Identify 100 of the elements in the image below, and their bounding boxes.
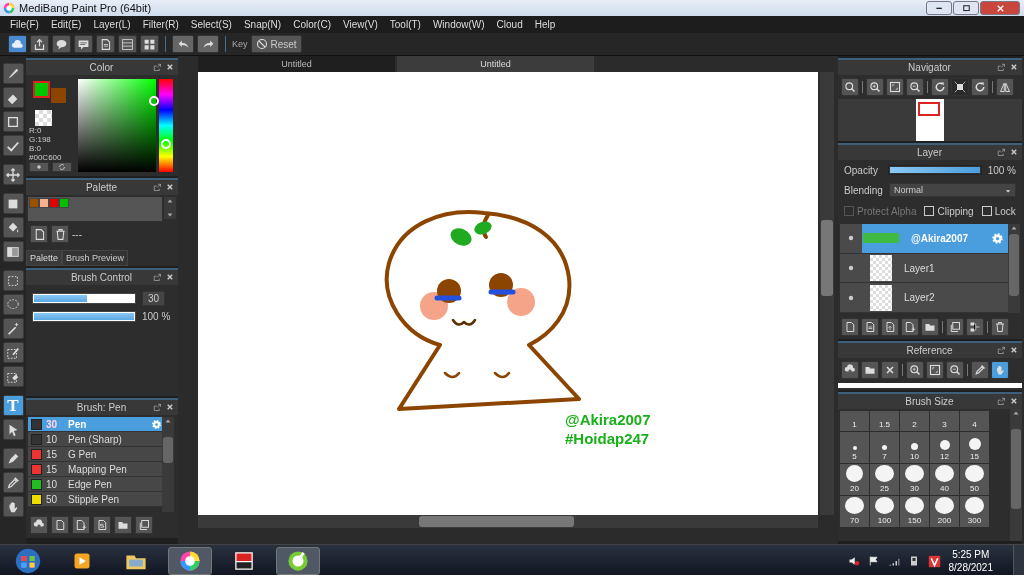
- brush-size-cell[interactable]: 3: [930, 411, 959, 431]
- settings-icon[interactable]: [991, 231, 1004, 245]
- menu-item[interactable]: Help: [528, 19, 562, 30]
- slider-track[interactable]: [32, 293, 136, 304]
- popout-icon[interactable]: [997, 396, 1007, 407]
- selrect-tool-button[interactable]: [2, 270, 24, 291]
- hue-bar[interactable]: [159, 79, 173, 172]
- close-icon[interactable]: [1010, 148, 1019, 157]
- redo-button[interactable]: [197, 35, 219, 53]
- visibility-icon[interactable]: [846, 263, 856, 273]
- popout-icon[interactable]: [153, 402, 163, 413]
- brush-size-cell[interactable]: 300: [960, 496, 989, 527]
- brush-size-cell[interactable]: 4: [960, 411, 989, 431]
- view-frame[interactable]: [918, 102, 940, 116]
- brush-size-cell[interactable]: 1: [840, 411, 869, 431]
- muted-speaker-icon[interactable]: [847, 555, 860, 567]
- scrollbar[interactable]: [1008, 224, 1020, 313]
- horizontal-scrollbar[interactable]: [198, 515, 818, 528]
- duplicate-layer-button[interactable]: [861, 318, 879, 336]
- brush-size-cell[interactable]: 1.5: [870, 411, 899, 431]
- scrollbar[interactable]: [1010, 409, 1022, 541]
- copy-layer-button[interactable]: [946, 318, 964, 336]
- add-brush-button[interactable]: [72, 516, 90, 534]
- brush-size-cell[interactable]: 7: [870, 432, 899, 463]
- brush-size-cell[interactable]: 15: [960, 432, 989, 463]
- scroll-thumb[interactable]: [821, 220, 833, 296]
- brush-size-cell[interactable]: 2: [900, 411, 929, 431]
- eraser-tool-button[interactable]: [2, 87, 24, 108]
- vertical-scrollbar[interactable]: [820, 72, 834, 515]
- brush-tool-button[interactable]: [2, 63, 24, 84]
- medibang-button[interactable]: [168, 547, 212, 575]
- brush-item[interactable]: 15 G Pen: [28, 447, 162, 462]
- brush-size-cell[interactable]: 100: [870, 496, 899, 527]
- brush-size-cell[interactable]: 200: [930, 496, 959, 527]
- navigator-preview[interactable]: [916, 99, 944, 141]
- zoom-in-button[interactable]: [906, 361, 924, 379]
- script-brush-button[interactable]: [93, 516, 111, 534]
- brush-size-cell[interactable]: 25: [870, 464, 899, 495]
- selpen-tool-button[interactable]: [2, 342, 24, 363]
- close-icon[interactable]: [1010, 397, 1019, 406]
- zoom-out-button[interactable]: [946, 361, 964, 379]
- brush-item[interactable]: 15 Mapping Pen: [28, 462, 162, 477]
- minimize-button[interactable]: [926, 1, 952, 15]
- hand-tool-button[interactable]: [2, 496, 24, 517]
- scroll-thumb[interactable]: [1009, 234, 1019, 296]
- bucket-tool-button[interactable]: [2, 217, 24, 238]
- lasso-tool-button[interactable]: [2, 294, 24, 315]
- palette-swatch[interactable]: [59, 198, 69, 208]
- scrollbar[interactable]: [162, 417, 174, 512]
- reset-button[interactable]: Reset: [250, 35, 302, 53]
- menu-item[interactable]: Layer(L): [87, 19, 137, 30]
- close-icon[interactable]: [166, 403, 175, 412]
- menu-item[interactable]: View(V): [336, 19, 384, 30]
- clock-date[interactable]: 8/28/2021: [948, 561, 993, 574]
- brush-item[interactable]: 10 Pen (Sharp): [28, 432, 162, 447]
- scroll-thumb[interactable]: [1011, 429, 1021, 509]
- menu-item[interactable]: Tool(T): [383, 19, 427, 30]
- panel-tab[interactable]: Palette: [26, 250, 63, 266]
- antivirus-icon[interactable]: [927, 554, 941, 568]
- document-tab[interactable]: Untitled: [397, 56, 594, 72]
- brush-size-cell[interactable]: 50: [960, 464, 989, 495]
- hand-button[interactable]: [991, 361, 1009, 379]
- panel-tab[interactable]: Brush Preview: [62, 250, 129, 266]
- move-tool-button[interactable]: [2, 164, 24, 185]
- color-picker[interactable]: [78, 79, 156, 172]
- close-icon[interactable]: [1010, 63, 1019, 72]
- color-mode-button[interactable]: [29, 162, 49, 172]
- popout-icon[interactable]: [153, 62, 163, 73]
- transparent-swatch[interactable]: [35, 109, 52, 126]
- undo-button[interactable]: [172, 35, 194, 53]
- selerase-tool-button[interactable]: [2, 366, 24, 387]
- flip-button[interactable]: [996, 78, 1014, 96]
- delete-palette-button[interactable]: [51, 225, 69, 243]
- brush-size-cell[interactable]: 10: [900, 432, 929, 463]
- document-button[interactable]: [96, 35, 115, 53]
- close-icon[interactable]: [166, 273, 175, 282]
- popout-icon[interactable]: [153, 182, 163, 193]
- upload-brush-button[interactable]: [30, 516, 48, 534]
- maximize-button[interactable]: [953, 1, 979, 15]
- menu-item[interactable]: Color(C): [287, 19, 337, 30]
- brush-size-cell[interactable]: 5: [840, 432, 869, 463]
- upload-button[interactable]: [30, 35, 49, 53]
- menu-item[interactable]: Window(W): [426, 19, 491, 30]
- menu-item[interactable]: File(F): [4, 19, 45, 30]
- dropper-tool-button[interactable]: [2, 472, 24, 493]
- square-tool-button[interactable]: [2, 111, 24, 132]
- close-icon[interactable]: [166, 63, 175, 72]
- zoom-out-button[interactable]: [906, 78, 924, 96]
- brush-size-cell[interactable]: 12: [930, 432, 959, 463]
- popout-icon[interactable]: [997, 62, 1007, 73]
- delete-layer-button[interactable]: [991, 318, 1009, 336]
- pointer-tool-button[interactable]: [2, 419, 24, 440]
- clock-time[interactable]: 5:25 PM: [952, 548, 990, 561]
- add-layer-button[interactable]: [901, 318, 919, 336]
- fit-button[interactable]: [926, 361, 944, 379]
- close-icon[interactable]: [166, 183, 175, 192]
- copy-brush-button[interactable]: [135, 516, 153, 534]
- fit-button[interactable]: [886, 78, 904, 96]
- app-button[interactable]: [276, 547, 320, 575]
- menu-item[interactable]: Select(S): [184, 19, 238, 30]
